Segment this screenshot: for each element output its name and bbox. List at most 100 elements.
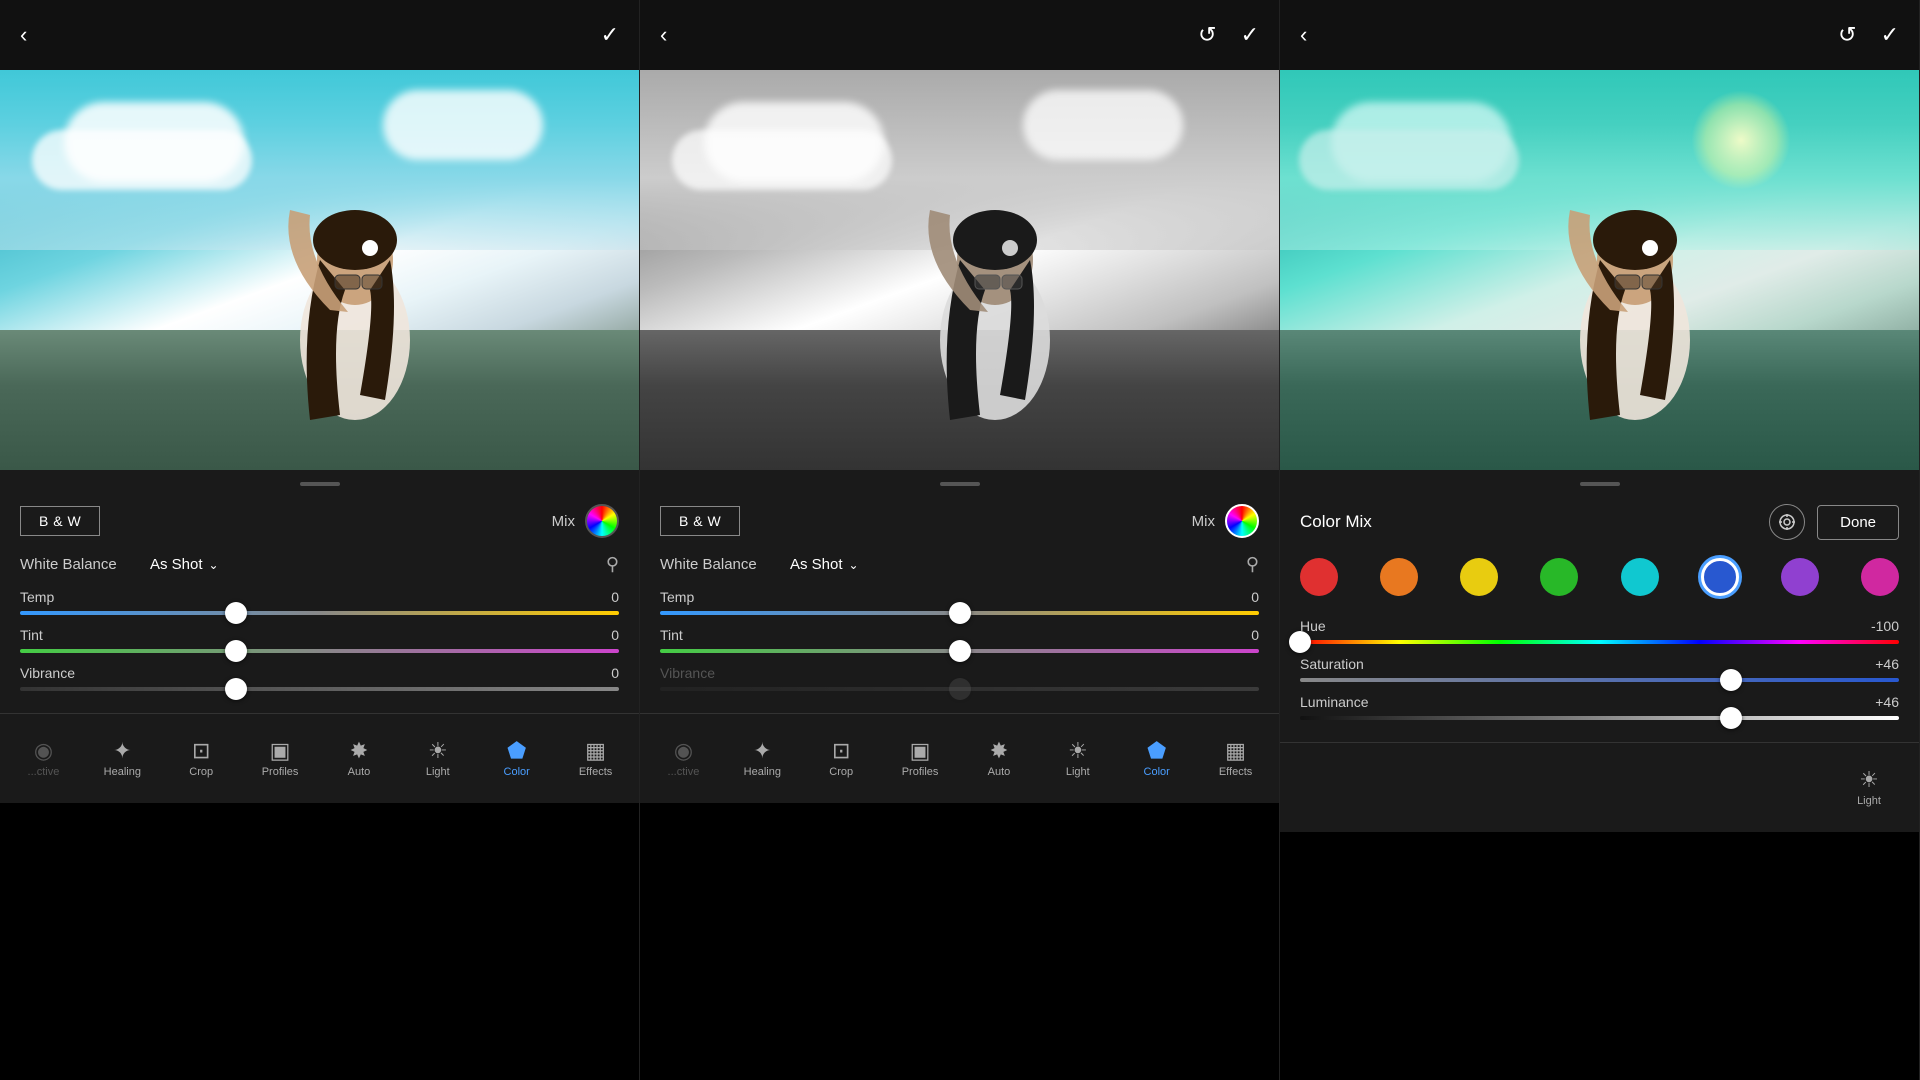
swatch-magenta[interactable] [1861,558,1899,596]
nav-item-healing-1[interactable]: ✦ Healing [92,734,152,784]
temp-track-1[interactable] [20,611,619,615]
tint-label-2: Tint [660,627,683,643]
swatch-yellow[interactable] [1460,558,1498,596]
done-button[interactable]: Done [1817,505,1899,540]
swatch-red[interactable] [1300,558,1338,596]
wb-value-1: As Shot [150,556,203,573]
vibrance-thumb-1[interactable] [225,678,247,700]
nav-item-profiles-1[interactable]: ▣ Profiles [250,734,310,784]
saturation-track[interactable] [1300,678,1899,682]
saturation-thumb[interactable] [1720,669,1742,691]
luminance-thumb[interactable] [1720,707,1742,729]
nav-item-color-1[interactable]: ⬟ Color [487,734,547,784]
swatch-cyan[interactable] [1621,558,1659,596]
nav-item-profiles-2[interactable]: ▣ Profiles [890,734,950,784]
healing-label-1: Healing [104,766,141,778]
hue-track[interactable] [1300,640,1899,644]
nav-item-selective-1[interactable]: ◉ ...ctive [13,734,73,784]
healing-label-2: Healing [744,766,781,778]
effects-icon-2: ▦ [1225,740,1246,762]
color-swatches [1300,558,1899,596]
vibrance-slider-2: Vibrance [660,665,1259,691]
hue-thumb[interactable] [1289,631,1311,653]
nav-item-effects-2[interactable]: ▦ Effects [1206,734,1266,784]
swatch-orange[interactable] [1380,558,1418,596]
nav-item-effects-1[interactable]: ▦ Effects [566,734,626,784]
tint-track-1[interactable] [20,649,619,653]
top-bar-3: ‹ ↺ ✓ [1280,0,1919,70]
temp-label-2: Temp [660,589,694,605]
wb-row-1: White Balance As Shot ⌄ ⚲ [20,554,619,575]
profiles-icon-2: ▣ [910,740,931,762]
confirm-button-1[interactable]: ✓ [601,24,619,46]
eyedropper-icon-2[interactable]: ⚲ [1246,554,1259,575]
nav-item-healing-2[interactable]: ✦ Healing [732,734,792,784]
saturation-slider: Saturation +46 [1300,656,1899,682]
nav-item-color-2[interactable]: ⬟ Color [1127,734,1187,784]
color-mix-title: Color Mix [1300,512,1372,532]
back-button-3[interactable]: ‹ [1300,24,1307,46]
tint-thumb-1[interactable] [225,640,247,662]
nav-item-light-2[interactable]: ☀ Light [1048,734,1108,784]
tint-track-2[interactable] [660,649,1259,653]
luminance-label: Luminance [1300,694,1369,710]
tint-value-2: 0 [1251,627,1259,643]
temp-label-1: Temp [20,589,54,605]
color-wheel-1[interactable] [585,504,619,538]
swatch-green[interactable] [1540,558,1578,596]
drag-indicator-1 [300,482,340,486]
target-button[interactable] [1769,504,1805,540]
wb-select-2[interactable]: As Shot ⌄ [790,556,859,573]
bw-button-1[interactable]: B & W [20,506,100,536]
profiles-label-2: Profiles [902,766,939,778]
photo-area-1 [0,70,639,470]
temp-thumb-2[interactable] [949,602,971,624]
vibrance-label-2: Vibrance [660,665,715,681]
temp-slider-1: Temp 0 [20,589,619,615]
temp-thumb-1[interactable] [225,602,247,624]
nav-item-auto-1[interactable]: ✸ Auto [329,734,389,784]
confirm-button-3[interactable]: ✓ [1881,24,1899,46]
tint-label-1: Tint [20,627,43,643]
swatch-blue[interactable] [1701,558,1739,596]
nav-item-auto-2[interactable]: ✸ Auto [969,734,1029,784]
luminance-track[interactable] [1300,716,1899,720]
vibrance-track-2 [660,687,1259,691]
selective-icon-1: ◉ [34,740,53,762]
auto-label-1: Auto [348,766,371,778]
profiles-icon-1: ▣ [270,740,291,762]
nav-item-light-3[interactable]: ☀ Light [1839,763,1899,813]
healing-icon-2: ✦ [753,740,771,762]
photo-area-2 [640,70,1279,470]
back-button-2[interactable]: ‹ [660,24,667,46]
light-icon-3: ☀ [1859,769,1879,791]
effects-icon-1: ▦ [585,740,606,762]
nav-item-light-1[interactable]: ☀ Light [408,734,468,784]
swatch-purple[interactable] [1781,558,1819,596]
eyedropper-icon-1[interactable]: ⚲ [606,554,619,575]
mix-group-1[interactable]: Mix [552,504,619,538]
mix-group-2[interactable]: Mix [1192,504,1259,538]
undo-button-2[interactable]: ↺ [1198,24,1216,46]
bottom-panel-2: B & W Mix White Balance As Shot ⌄ ⚲ Temp [640,470,1279,803]
tint-thumb-2[interactable] [949,640,971,662]
color-wheel-2[interactable] [1225,504,1259,538]
temp-track-2[interactable] [660,611,1259,615]
nav-item-crop-2[interactable]: ⊡ Crop [811,734,871,784]
crop-label-2: Crop [829,766,853,778]
chevron-icon-2: ⌄ [849,558,859,572]
temp-slider-2: Temp 0 [660,589,1259,615]
undo-button-3[interactable]: ↺ [1838,24,1856,46]
vibrance-track-1[interactable] [20,687,619,691]
wb-select-1[interactable]: As Shot ⌄ [150,556,219,573]
vibrance-value-1: 0 [611,665,619,681]
vibrance-slider-1: Vibrance 0 [20,665,619,691]
top-bar-1: ‹ ✓ [0,0,639,70]
tint-slider-2: Tint 0 [660,627,1259,653]
bw-button-2[interactable]: B & W [660,506,740,536]
nav-item-selective-2[interactable]: ◉ ...ctive [653,734,713,784]
back-button-1[interactable]: ‹ [20,24,27,46]
nav-item-crop-1[interactable]: ⊡ Crop [171,734,231,784]
temp-value-1: 0 [611,589,619,605]
confirm-button-2[interactable]: ✓ [1241,24,1259,46]
